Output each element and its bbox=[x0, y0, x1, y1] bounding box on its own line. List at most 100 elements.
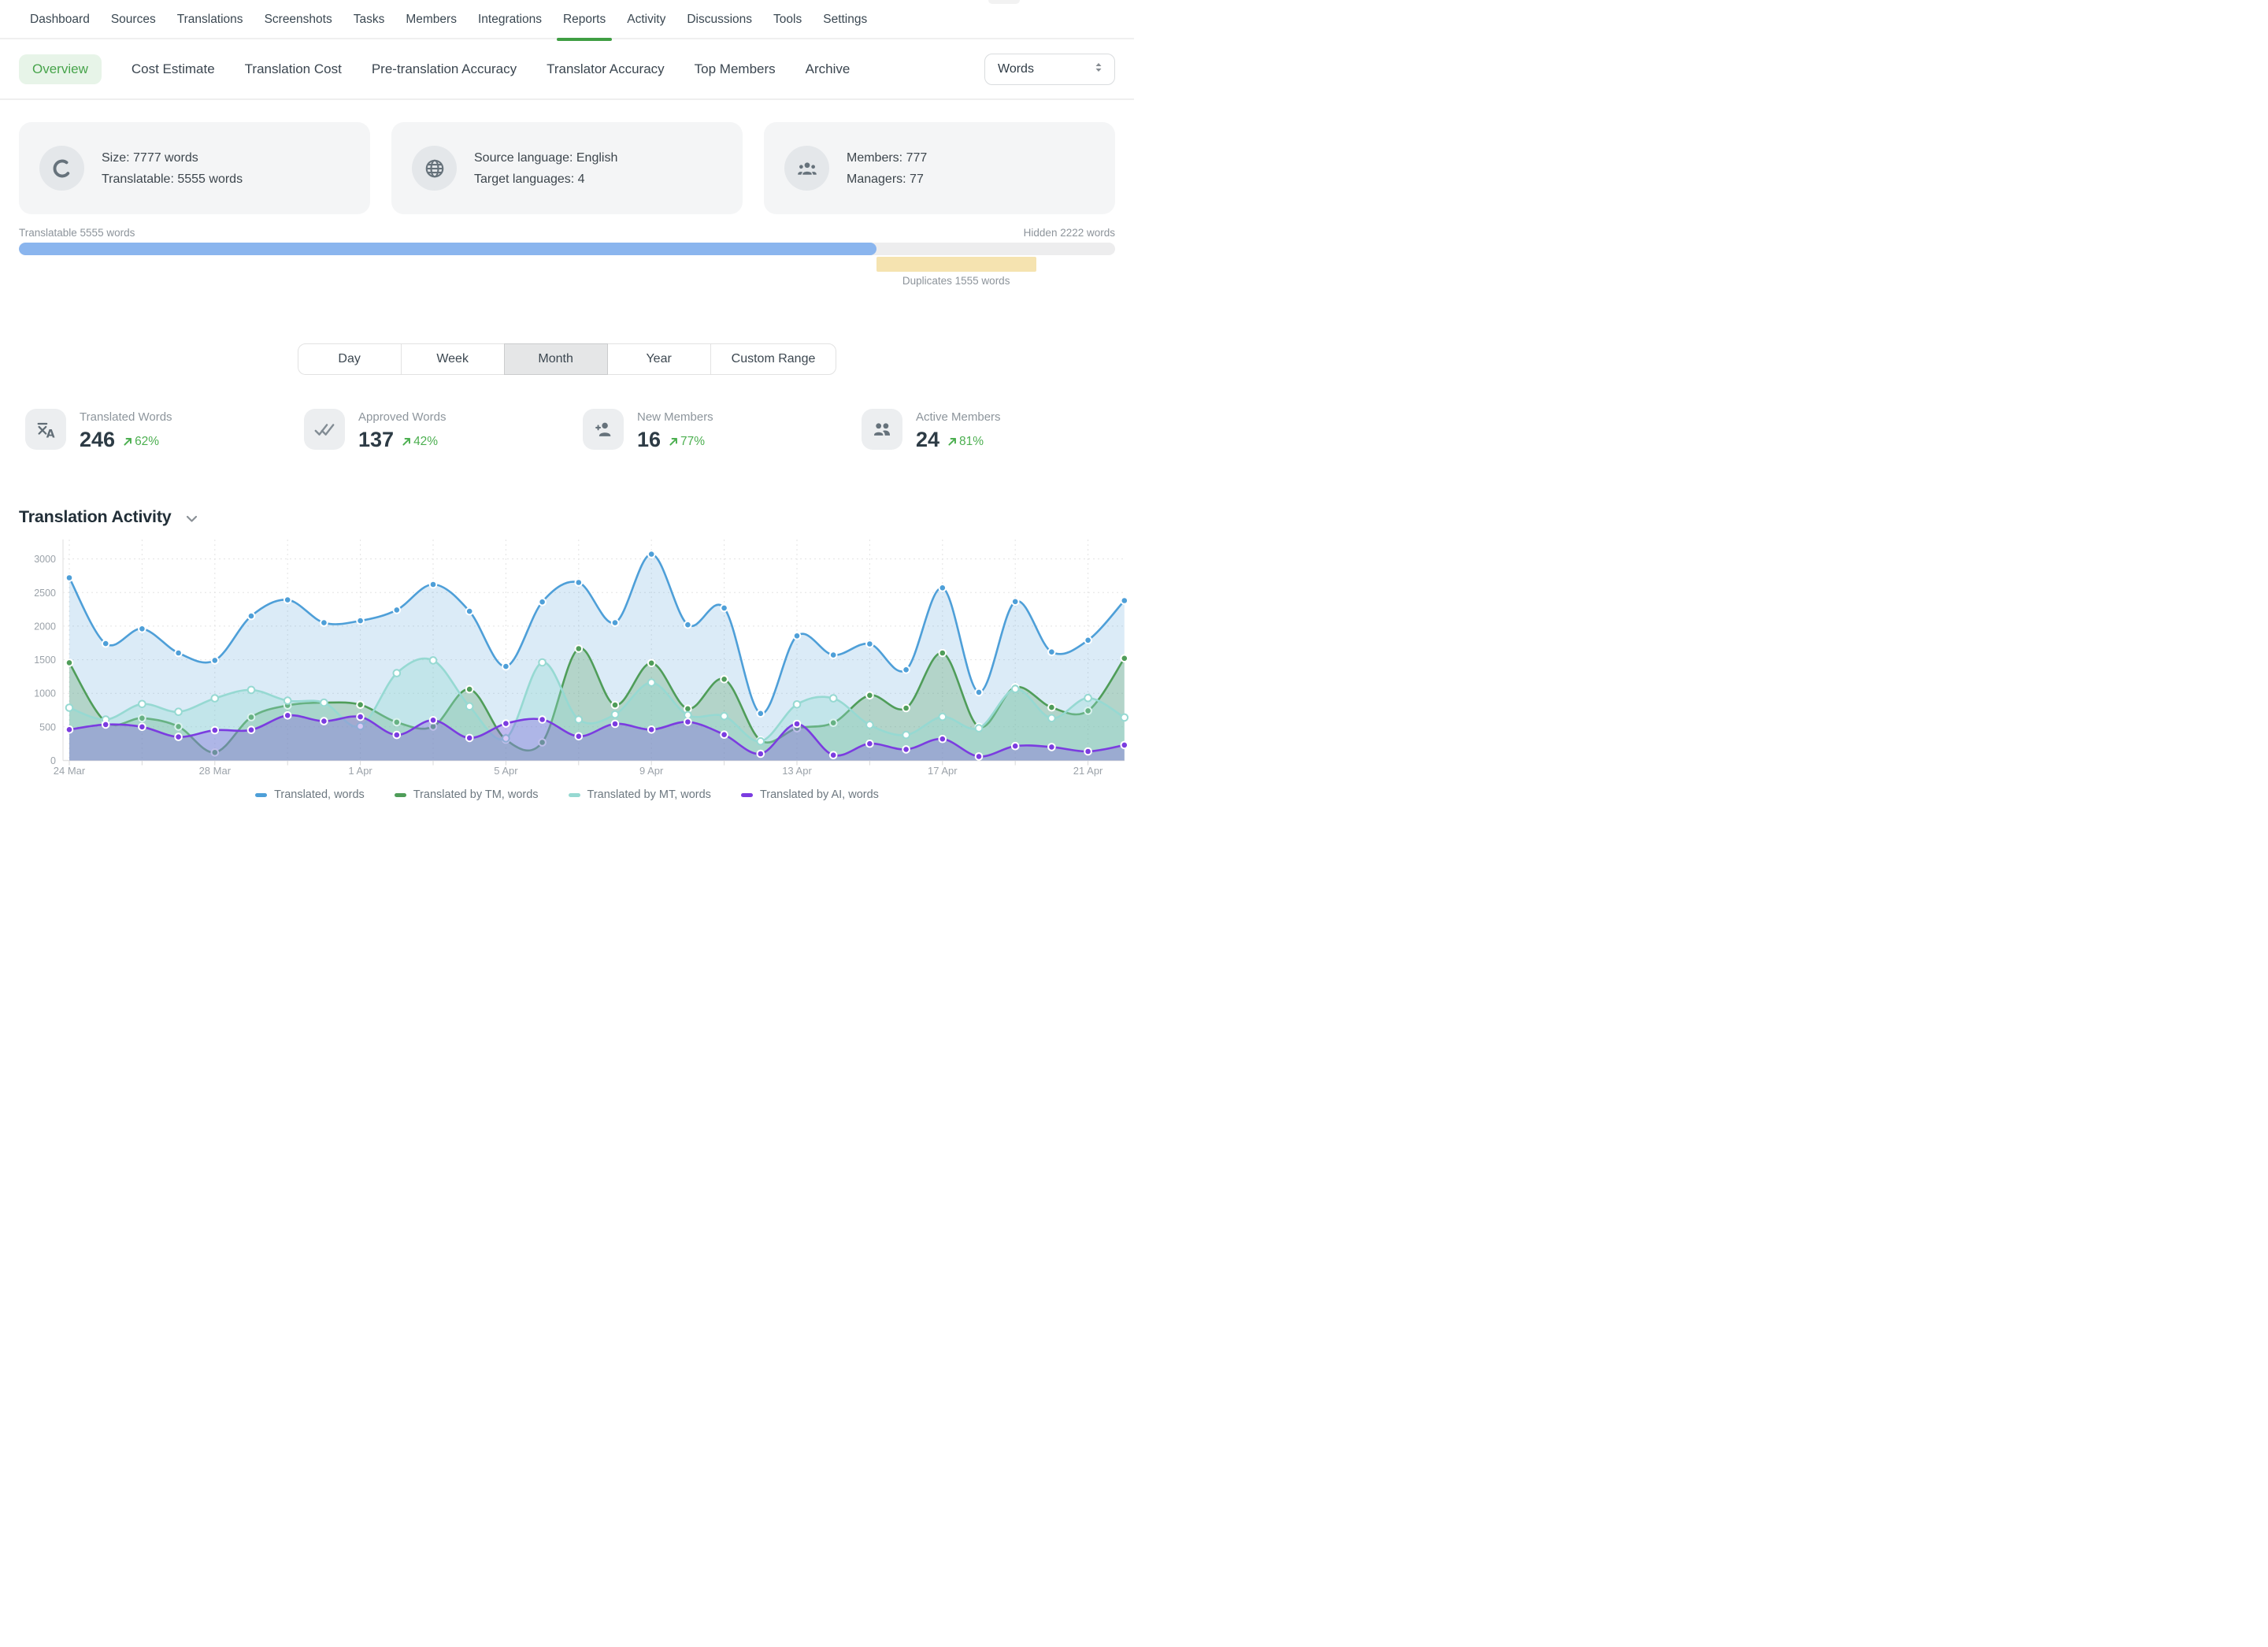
data-point[interactable] bbox=[830, 651, 837, 658]
data-point[interactable] bbox=[430, 581, 437, 588]
translation-activity-chart[interactable]: 05001000150020002500300024 Mar28 Mar1 Ap… bbox=[0, 535, 1134, 784]
data-point[interactable] bbox=[466, 703, 473, 710]
data-point[interactable] bbox=[1012, 599, 1019, 606]
legend-item-translated-by-ai-words[interactable]: Translated by AI, words bbox=[741, 788, 879, 801]
data-point[interactable] bbox=[976, 725, 983, 732]
data-point[interactable] bbox=[139, 701, 146, 708]
data-point[interactable] bbox=[648, 679, 655, 686]
data-point[interactable] bbox=[721, 605, 728, 612]
report-tab-archive[interactable]: Archive bbox=[806, 61, 850, 77]
data-point[interactable] bbox=[684, 621, 691, 629]
data-point[interactable] bbox=[866, 692, 873, 699]
nav-item-tasks[interactable]: Tasks bbox=[354, 0, 385, 39]
data-point[interactable] bbox=[1121, 597, 1128, 604]
data-point[interactable] bbox=[576, 716, 583, 723]
data-point[interactable] bbox=[357, 618, 364, 625]
data-point[interactable] bbox=[794, 701, 801, 708]
data-point[interactable] bbox=[939, 584, 947, 592]
data-point[interactable] bbox=[357, 714, 364, 721]
data-point[interactable] bbox=[902, 666, 910, 673]
data-point[interactable] bbox=[830, 751, 837, 759]
data-point[interactable] bbox=[758, 751, 765, 758]
range-tab-month[interactable]: Month bbox=[504, 343, 608, 375]
data-point[interactable] bbox=[102, 721, 109, 729]
data-point[interactable] bbox=[648, 660, 655, 667]
report-tab-overview[interactable]: Overview bbox=[19, 54, 102, 84]
data-point[interactable] bbox=[758, 710, 765, 718]
data-point[interactable] bbox=[721, 676, 728, 683]
data-point[interactable] bbox=[758, 738, 765, 745]
data-point[interactable] bbox=[394, 670, 401, 677]
data-point[interactable] bbox=[866, 740, 873, 747]
data-point[interactable] bbox=[1048, 744, 1055, 751]
data-point[interactable] bbox=[866, 640, 873, 647]
data-point[interactable] bbox=[1084, 695, 1091, 702]
data-point[interactable] bbox=[212, 727, 219, 734]
data-point[interactable] bbox=[794, 632, 801, 640]
data-point[interactable] bbox=[66, 574, 73, 581]
data-point[interactable] bbox=[612, 702, 619, 709]
data-point[interactable] bbox=[139, 625, 146, 632]
nav-item-screenshots[interactable]: Screenshots bbox=[265, 0, 332, 39]
data-point[interactable] bbox=[902, 732, 910, 739]
data-point[interactable] bbox=[1048, 648, 1055, 655]
data-point[interactable] bbox=[139, 724, 146, 731]
data-point[interactable] bbox=[1121, 655, 1128, 662]
data-point[interactable] bbox=[976, 689, 983, 696]
data-point[interactable] bbox=[248, 613, 255, 620]
data-point[interactable] bbox=[1121, 714, 1128, 721]
data-point[interactable] bbox=[284, 596, 291, 603]
legend-item-translated-by-tm-words[interactable]: Translated by TM, words bbox=[395, 788, 539, 801]
data-point[interactable] bbox=[684, 718, 691, 725]
data-point[interactable] bbox=[939, 650, 947, 657]
data-point[interactable] bbox=[721, 731, 728, 738]
data-point[interactable] bbox=[466, 686, 473, 693]
nav-item-settings[interactable]: Settings bbox=[823, 0, 867, 39]
chevron-down-icon[interactable] bbox=[186, 515, 198, 523]
data-point[interactable] bbox=[321, 619, 328, 626]
nav-item-discussions[interactable]: Discussions bbox=[687, 0, 752, 39]
data-point[interactable] bbox=[357, 701, 364, 708]
data-point[interactable] bbox=[939, 736, 947, 743]
data-point[interactable] bbox=[175, 733, 182, 740]
data-point[interactable] bbox=[976, 753, 983, 760]
data-point[interactable] bbox=[721, 713, 728, 720]
nav-item-dashboard[interactable]: Dashboard bbox=[30, 0, 90, 39]
data-point[interactable] bbox=[502, 720, 510, 727]
nav-item-tools[interactable]: Tools bbox=[773, 0, 802, 39]
data-point[interactable] bbox=[1048, 715, 1055, 722]
data-point[interactable] bbox=[612, 721, 619, 728]
data-point[interactable] bbox=[866, 721, 873, 729]
legend-item-translated-by-mt-words[interactable]: Translated by MT, words bbox=[569, 788, 711, 801]
report-tab-translator-accuracy[interactable]: Translator Accuracy bbox=[547, 61, 665, 77]
data-point[interactable] bbox=[66, 659, 73, 666]
range-tab-year[interactable]: Year bbox=[607, 343, 711, 375]
data-point[interactable] bbox=[1084, 637, 1091, 644]
data-point[interactable] bbox=[1084, 748, 1091, 755]
data-point[interactable] bbox=[648, 551, 655, 558]
data-point[interactable] bbox=[321, 699, 328, 707]
nav-item-translations[interactable]: Translations bbox=[177, 0, 243, 39]
data-point[interactable] bbox=[1012, 743, 1019, 750]
data-point[interactable] bbox=[430, 717, 437, 724]
data-point[interactable] bbox=[394, 732, 401, 739]
data-point[interactable] bbox=[66, 704, 73, 711]
data-point[interactable] bbox=[248, 687, 255, 694]
data-point[interactable] bbox=[248, 726, 255, 733]
data-point[interactable] bbox=[1048, 704, 1055, 711]
range-tab-week[interactable]: Week bbox=[401, 343, 505, 375]
data-point[interactable] bbox=[539, 716, 546, 723]
nav-item-activity[interactable]: Activity bbox=[627, 0, 665, 39]
range-tab-custom-range[interactable]: Custom Range bbox=[710, 343, 837, 375]
data-point[interactable] bbox=[939, 714, 947, 721]
data-point[interactable] bbox=[539, 599, 546, 606]
data-point[interactable] bbox=[284, 697, 291, 704]
data-point[interactable] bbox=[576, 733, 583, 740]
data-point[interactable] bbox=[175, 708, 182, 715]
report-tab-top-members[interactable]: Top Members bbox=[695, 61, 776, 77]
data-point[interactable] bbox=[175, 650, 182, 657]
data-point[interactable] bbox=[212, 695, 219, 702]
nav-item-members[interactable]: Members bbox=[406, 0, 457, 39]
data-point[interactable] bbox=[794, 721, 801, 728]
nav-item-reports[interactable]: Reports bbox=[563, 0, 606, 39]
